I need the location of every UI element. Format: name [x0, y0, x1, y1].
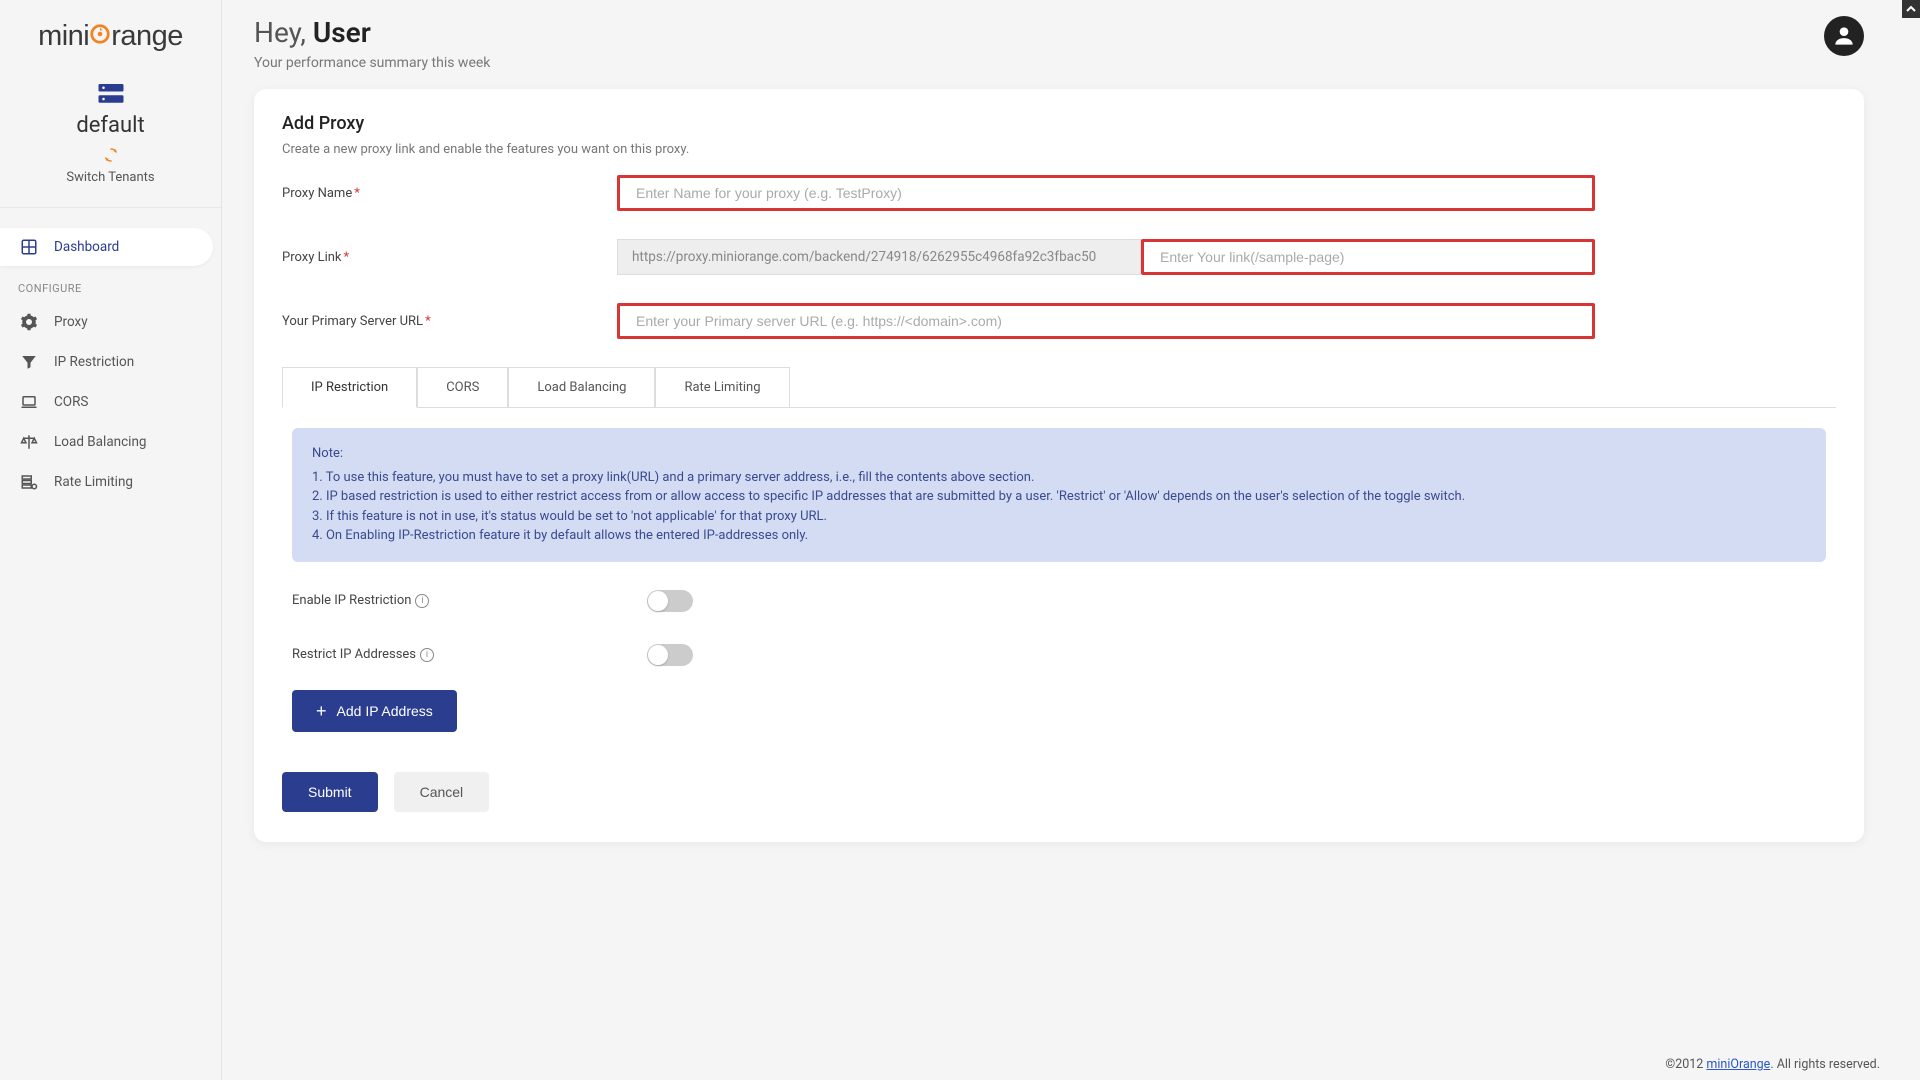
restrict-ip-label: Restrict IP Addresses	[292, 647, 416, 662]
nav-dashboard-label: Dashboard	[54, 239, 119, 255]
tab-body: Note: 1. To use this feature, you must h…	[282, 407, 1836, 732]
note-line: 1. To use this feature, you must have to…	[312, 468, 1806, 488]
balance-icon	[18, 433, 40, 451]
nav-item-label: CORS	[54, 394, 88, 410]
nav-cors[interactable]: CORS	[0, 383, 213, 421]
form-actions: Submit Cancel	[282, 772, 1836, 812]
nav: Dashboard CONFIGURE Proxy IP Restriction…	[0, 208, 221, 503]
restrict-ip-toggle[interactable]	[647, 644, 693, 666]
sidebar: mini range default Switch Tenants Dashboa…	[0, 0, 222, 1080]
footer-rest: . All rights reserved.	[1770, 1057, 1880, 1072]
note-line: 3. If this feature is not in use, it's s…	[312, 507, 1806, 527]
nav-dashboard[interactable]: Dashboard	[0, 228, 213, 266]
rate-icon	[18, 473, 40, 491]
row-primary-url: Your Primary Server URL*	[282, 303, 1836, 339]
tenant-name: default	[0, 113, 221, 138]
nav-item-label: Proxy	[54, 314, 88, 330]
submit-button[interactable]: Submit	[282, 772, 378, 812]
add-proxy-card: Add Proxy Create a new proxy link and en…	[254, 89, 1864, 842]
cancel-button[interactable]: Cancel	[394, 772, 490, 812]
note-title: Note:	[312, 444, 1806, 464]
enable-ip-toggle[interactable]	[647, 590, 693, 612]
main-content: Hey, User Your performance summary this …	[222, 0, 1920, 1080]
proxy-link-label: Proxy Link	[282, 250, 342, 265]
greeting: Hey, User Your performance summary this …	[254, 16, 490, 71]
brand-part1: mini	[38, 20, 89, 52]
greeting-sub: Your performance summary this week	[254, 55, 490, 71]
topbar: Hey, User Your performance summary this …	[254, 16, 1864, 71]
card-desc: Create a new proxy link and enable the f…	[282, 142, 1836, 157]
info-icon[interactable]: i	[415, 594, 429, 608]
brand-part2: range	[111, 20, 183, 52]
note-line: 2. IP based restriction is used to eithe…	[312, 487, 1806, 507]
scroll-up-button[interactable]	[1902, 0, 1920, 18]
proxy-name-input[interactable]	[617, 175, 1595, 211]
gear-icon	[18, 313, 40, 331]
primary-url-label: Your Primary Server URL	[282, 314, 423, 329]
plus-icon: +	[316, 702, 327, 720]
brand-logo: mini range	[0, 12, 221, 73]
greeting-name: User	[313, 16, 371, 49]
tenant-box: default Switch Tenants	[0, 73, 221, 208]
row-proxy-name: Proxy Name*	[282, 175, 1836, 211]
tab-cors[interactable]: CORS	[417, 367, 508, 407]
sync-icon[interactable]	[0, 146, 221, 164]
greeting-prefix: Hey,	[254, 16, 313, 49]
nav-rate-limiting[interactable]: Rate Limiting	[0, 463, 213, 501]
note-line: 4. On Enabling IP-Restriction feature it…	[312, 526, 1806, 546]
switch-tenants-label[interactable]: Switch Tenants	[0, 170, 221, 185]
nav-configure-header: CONFIGURE	[0, 268, 221, 301]
feature-tabs: IP Restriction CORS Load Balancing Rate …	[282, 367, 1836, 407]
row-proxy-link: Proxy Link* https://proxy.miniorange.com…	[282, 239, 1836, 275]
laptop-icon	[18, 393, 40, 411]
nav-ip-restriction[interactable]: IP Restriction	[0, 343, 213, 381]
tab-ip-restriction[interactable]: IP Restriction	[282, 367, 417, 408]
nav-item-label: IP Restriction	[54, 354, 134, 370]
row-restrict-ip: Restrict IP Addresses i	[282, 636, 1836, 674]
nav-load-balancing[interactable]: Load Balancing	[0, 423, 213, 461]
tab-load-balancing[interactable]: Load Balancing	[508, 367, 655, 407]
user-avatar[interactable]	[1824, 16, 1864, 56]
note-box: Note: 1. To use this feature, you must h…	[292, 428, 1826, 562]
server-icon	[0, 81, 221, 107]
proxy-link-input[interactable]	[1141, 239, 1595, 275]
dashboard-icon	[18, 238, 40, 256]
info-icon[interactable]: i	[420, 648, 434, 662]
footer-year: ©2012	[1665, 1057, 1706, 1072]
brand-o-icon	[89, 23, 111, 45]
filter-icon	[18, 353, 40, 371]
row-enable-ip: Enable IP Restriction i	[282, 582, 1836, 620]
nav-item-label: Load Balancing	[54, 434, 147, 450]
tab-rate-limiting[interactable]: Rate Limiting	[655, 367, 789, 407]
add-ip-label: Add IP Address	[337, 703, 433, 719]
proxy-name-label: Proxy Name	[282, 186, 352, 201]
nav-item-label: Rate Limiting	[54, 474, 133, 490]
proxy-link-readonly: https://proxy.miniorange.com/backend/274…	[617, 239, 1141, 275]
footer-link[interactable]: miniOrange	[1706, 1057, 1770, 1072]
card-title: Add Proxy	[282, 113, 1836, 134]
primary-url-input[interactable]	[617, 303, 1595, 339]
nav-proxy[interactable]: Proxy	[0, 303, 213, 341]
add-ip-button[interactable]: + Add IP Address	[292, 690, 457, 732]
enable-ip-label: Enable IP Restriction	[292, 593, 411, 608]
footer: ©2012 miniOrange. All rights reserved.	[1665, 1057, 1880, 1072]
